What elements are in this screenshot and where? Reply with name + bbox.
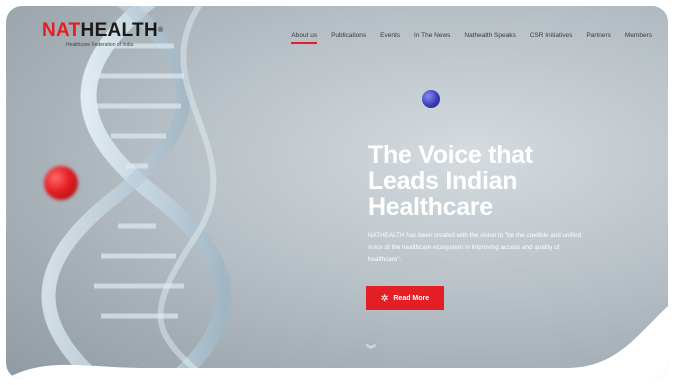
hero-title-line-1: The Voice that — [368, 141, 533, 169]
nathealth-logo[interactable]: NATHEALTH® Healthcare Federation of Indi… — [42, 21, 163, 49]
nav-item-events[interactable]: Events — [380, 32, 400, 39]
nav-item-in-the-news[interactable]: In The News — [414, 32, 450, 39]
hero-title-line-3: Healthcare — [368, 193, 493, 221]
blue-sphere-decoration — [422, 90, 440, 108]
nav-item-about-us[interactable]: About us — [291, 32, 317, 44]
red-sphere-decoration — [44, 166, 78, 200]
nav-item-nathealth-speaks[interactable]: Nathealth Speaks — [464, 32, 515, 39]
logo-tagline: Healthcare Federation of India — [66, 42, 134, 48]
site-header: NATHEALTH® Healthcare Federation of Indi… — [6, 6, 668, 62]
hero-description: NATHEALTH has been created with the visi… — [368, 232, 582, 263]
nav-item-publications[interactable]: Publications — [331, 32, 366, 39]
nav-item-csr-initiatives[interactable]: CSR Initiatives — [530, 32, 573, 39]
bottom-wave-decoration — [6, 306, 668, 379]
hero-title-line-2: Leads Indian — [368, 167, 518, 195]
sparkle-icon: ✲ — [380, 292, 389, 303]
logo-wordmark: NATHEALTH® — [42, 21, 163, 41]
hero-content: The Voice that Leads Indian Healthcare N… — [368, 142, 628, 266]
main-nav: About us Publications Events In The News… — [291, 32, 652, 44]
logo-health: HEALTH — [80, 20, 158, 41]
hero-frame: NATHEALTH® Healthcare Federation of Indi… — [6, 6, 668, 379]
registered-mark: ® — [158, 27, 164, 34]
nav-item-partners[interactable]: Partners — [586, 32, 611, 39]
nav-item-members[interactable]: Members — [625, 32, 652, 39]
hero-title: The Voice that Leads Indian Healthcare — [368, 142, 628, 220]
logo-nat: NAT — [42, 20, 81, 41]
read-more-label: Read More — [393, 294, 430, 302]
